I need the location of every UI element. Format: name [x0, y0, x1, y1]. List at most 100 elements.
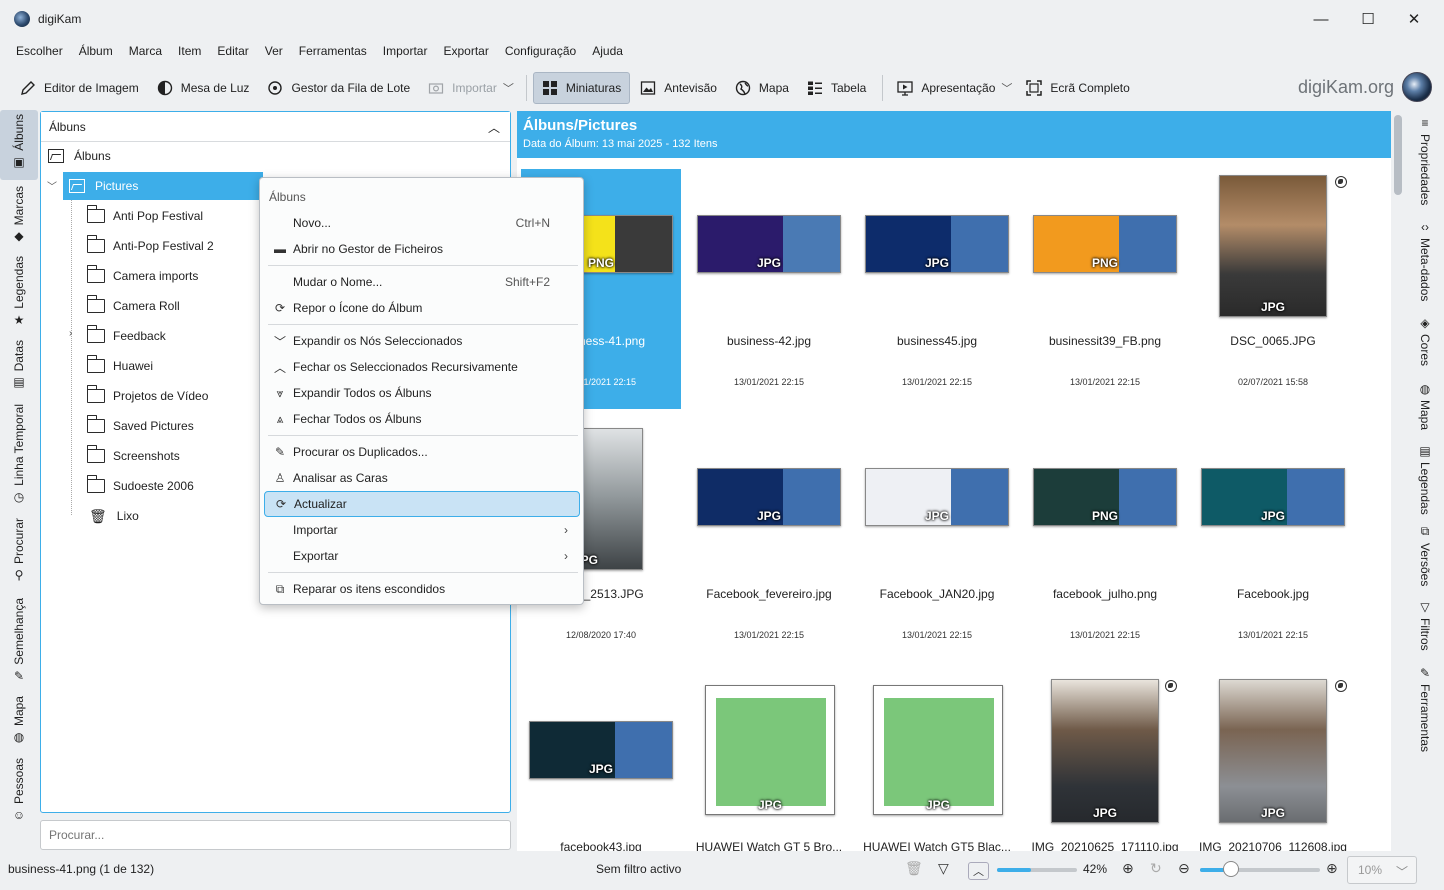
thumbnail-item[interactable]: JPG Facebook_fevereiro.jpg 13/01/2021 22… [689, 422, 849, 662]
zoom-fit-icon[interactable]: ⊕ [1122, 860, 1134, 877]
thumbnail-item[interactable]: JPG HUAWEI Watch GT 5 Bro... [689, 675, 849, 851]
tree-item[interactable]: Screenshots [86, 442, 180, 470]
thumbnail-item[interactable]: JPG IMG_20210706_112608.jpg [1193, 675, 1353, 851]
menu-ferramentas[interactable]: Ferramentas [291, 44, 375, 58]
thumbnail-item[interactable]: JPG business45.jpg 13/01/2021 22:15 [857, 169, 1017, 409]
menu-item-expand-selected[interactable]: ﹀ Expandir os Nós Seleccionados [264, 328, 580, 354]
menu-item-repair-hidden[interactable]: ⧉ Reparar os itens escondidos [264, 576, 580, 602]
tree-item[interactable]: Saved Pictures [86, 412, 194, 440]
tab-filters[interactable]: ▽ Filtros [1406, 600, 1444, 656]
tab-albums[interactable]: Álbuns ▣ [0, 110, 38, 180]
thumbnail-item[interactable]: JPG Facebook_JAN20.jpg 13/01/2021 22:15 [857, 422, 1017, 662]
zoom-slider-handle[interactable] [1223, 861, 1240, 877]
slideshow-dropdown-chevron-icon[interactable]: ﹀ [1001, 80, 1012, 96]
light-table-button[interactable]: Mesa de Luz [149, 72, 258, 104]
vertical-scrollbar[interactable] [1391, 111, 1405, 851]
tree-item-trash[interactable]: 🗑 Lixo [89, 502, 139, 530]
menu-editar[interactable]: Editar [209, 44, 256, 58]
tree-item[interactable]: Camera imports [86, 262, 198, 290]
menu-item-import[interactable]: Importar › [264, 517, 580, 543]
menu-item-new[interactable]: Novo... Ctrl+N [264, 210, 580, 236]
tree-item[interactable]: Sudoeste 2006 [86, 472, 194, 500]
zoom-level-combo[interactable]: 10% ﹀ [1347, 856, 1417, 884]
slideshow-button[interactable]: Apresentação [889, 72, 1003, 104]
import-button[interactable]: Importar [420, 72, 505, 104]
tree-root-albums[interactable]: Álbuns [48, 142, 508, 170]
import-dropdown-chevron-icon[interactable]: ﹀ [503, 80, 514, 96]
menu-item-collapse-recursive[interactable]: ︿ Fechar os Seleccionados Recursivamente [264, 354, 580, 380]
tree-item[interactable]: Huawei [86, 352, 153, 380]
tree-item[interactable]: Feedback [86, 322, 166, 350]
menu-item-rename[interactable]: Mudar o Nome... Shift+F2 [264, 269, 580, 295]
tab-colors[interactable]: ◈ Cores [1406, 316, 1444, 378]
menu-item-expand-all[interactable]: ⩔ Expandir Todos os Álbuns [264, 380, 580, 406]
tree-item[interactable]: Anti Pop Festival [86, 202, 203, 230]
tab-search[interactable]: Procurar ⚲ [0, 518, 38, 590]
thumbnails-view-button[interactable]: Miniaturas [532, 72, 631, 104]
tree-item[interactable]: Projetos de Vídeo [86, 382, 208, 410]
minimize-button[interactable]: — [1298, 0, 1344, 38]
tab-dates[interactable]: Datas ▤ [0, 340, 38, 396]
tab-map[interactable]: Mapa ◍ [0, 696, 38, 750]
thumbnail-item[interactable]: PNG facebook_julho.png 13/01/2021 22:15 [1025, 422, 1185, 662]
menu-ajuda[interactable]: Ajuda [584, 44, 631, 58]
zoom-in-icon[interactable]: ⊕ [1326, 860, 1338, 877]
thumbnail-item[interactable]: JPG IMG_20210625_171110.jpg [1025, 675, 1185, 851]
menu-item-collapse-all[interactable]: ⩓ Fechar Todos os Álbuns [264, 406, 580, 432]
zoom-reset-icon[interactable]: ↻ [1150, 860, 1162, 877]
tab-metadata[interactable]: ‹› Meta-dados [1406, 220, 1444, 312]
maximize-button[interactable]: ☐ [1345, 0, 1391, 38]
menu-item-reset-icon[interactable]: ⟳ Repor o Ícone do Álbum [264, 295, 580, 321]
brand-text[interactable]: digiKam.org [1298, 77, 1394, 98]
map-view-button[interactable]: Mapa [727, 72, 797, 104]
scrollbar-thumb[interactable] [1394, 115, 1402, 195]
chevron-up-icon[interactable]: ︿ [488, 119, 500, 136]
trash-icon[interactable]: 🗑 [905, 860, 923, 877]
tab-similarity[interactable]: Semelhança ✎ [0, 598, 38, 686]
thumbnail-item[interactable]: JPG DSC_0065.JPG 02/07/2021 15:58 [1193, 169, 1353, 409]
chevron-right-icon[interactable]: › [69, 328, 72, 339]
digikam-logo-icon[interactable] [1402, 72, 1432, 102]
tree-item[interactable]: Camera Roll [86, 292, 180, 320]
zoom-slider[interactable] [1200, 868, 1320, 872]
thumbnail-item[interactable]: PNG businessit39_FB.png 13/01/2021 22:15 [1025, 169, 1185, 409]
tree-item-pictures[interactable]: Pictures [63, 172, 263, 200]
tab-timeline[interactable]: Linha Temporal ◷ [0, 404, 38, 510]
chevron-up-icon[interactable]: ︿ [968, 862, 989, 880]
menu-item-export[interactable]: Exportar › [264, 543, 580, 569]
table-view-button[interactable]: Tabela [799, 72, 874, 104]
menu-marca[interactable]: Marca [121, 44, 170, 58]
album-search-input[interactable] [40, 820, 511, 850]
menu-configuracao[interactable]: Configuração [497, 44, 584, 58]
tree-item[interactable]: Anti-Pop Festival 2 [86, 232, 214, 260]
menu-importar[interactable]: Importar [375, 44, 436, 58]
zoom-out-icon[interactable]: ⊖ [1178, 860, 1190, 877]
tab-tools[interactable]: ✎ Ferramentas [1406, 666, 1444, 756]
thumbnail-item[interactable]: JPG Facebook.jpg 13/01/2021 22:15 [1193, 422, 1353, 662]
fullscreen-button[interactable]: Ecrã Completo [1018, 72, 1137, 104]
menu-item-scan-faces[interactable]: ♙ Analisar as Caras [264, 465, 580, 491]
tab-captions[interactable]: Legendas ★ [0, 256, 38, 332]
filter-icon[interactable]: ▽ [938, 860, 949, 877]
menu-item[interactable]: Item [170, 44, 209, 58]
preview-view-button[interactable]: Antevisão [632, 72, 725, 104]
batch-queue-button[interactable]: Gestor da Fila de Lote [259, 72, 418, 104]
menu-exportar[interactable]: Exportar [435, 44, 496, 58]
thumbnail-size-slider[interactable] [997, 868, 1077, 872]
tab-tags[interactable]: Marcas ◆ [0, 186, 38, 248]
menu-item-refresh[interactable]: ⟳ Actualizar [264, 491, 580, 517]
menu-album[interactable]: Álbum [71, 44, 121, 58]
thumbnail-item[interactable]: JPG business-42.jpg 13/01/2021 22:15 [689, 169, 849, 409]
menu-ver[interactable]: Ver [257, 44, 291, 58]
tab-versions[interactable]: ⧉ Versões [1406, 524, 1444, 590]
chevron-down-icon[interactable]: ﹀ [47, 178, 57, 193]
tab-people[interactable]: Pessoas ☺ [0, 758, 38, 826]
image-editor-button[interactable]: Editor de Imagem [12, 72, 147, 104]
thumbnail-item[interactable]: JPG facebook43.jpg [521, 675, 681, 851]
thumbnail-item[interactable]: JPG HUAWEI Watch GT5 Blac... [857, 675, 1017, 851]
menu-item-find-duplicates[interactable]: ✎ Procurar os Duplicados... [264, 439, 580, 465]
menu-item-open-file-manager[interactable]: ▬ Abrir no Gestor de Ficheiros [264, 236, 580, 262]
menu-escolher[interactable]: Escolher [8, 44, 71, 58]
tab-map-right[interactable]: ◍ Mapa [1406, 382, 1444, 438]
tab-captions-right[interactable]: ▤ Legendas [1406, 444, 1444, 520]
